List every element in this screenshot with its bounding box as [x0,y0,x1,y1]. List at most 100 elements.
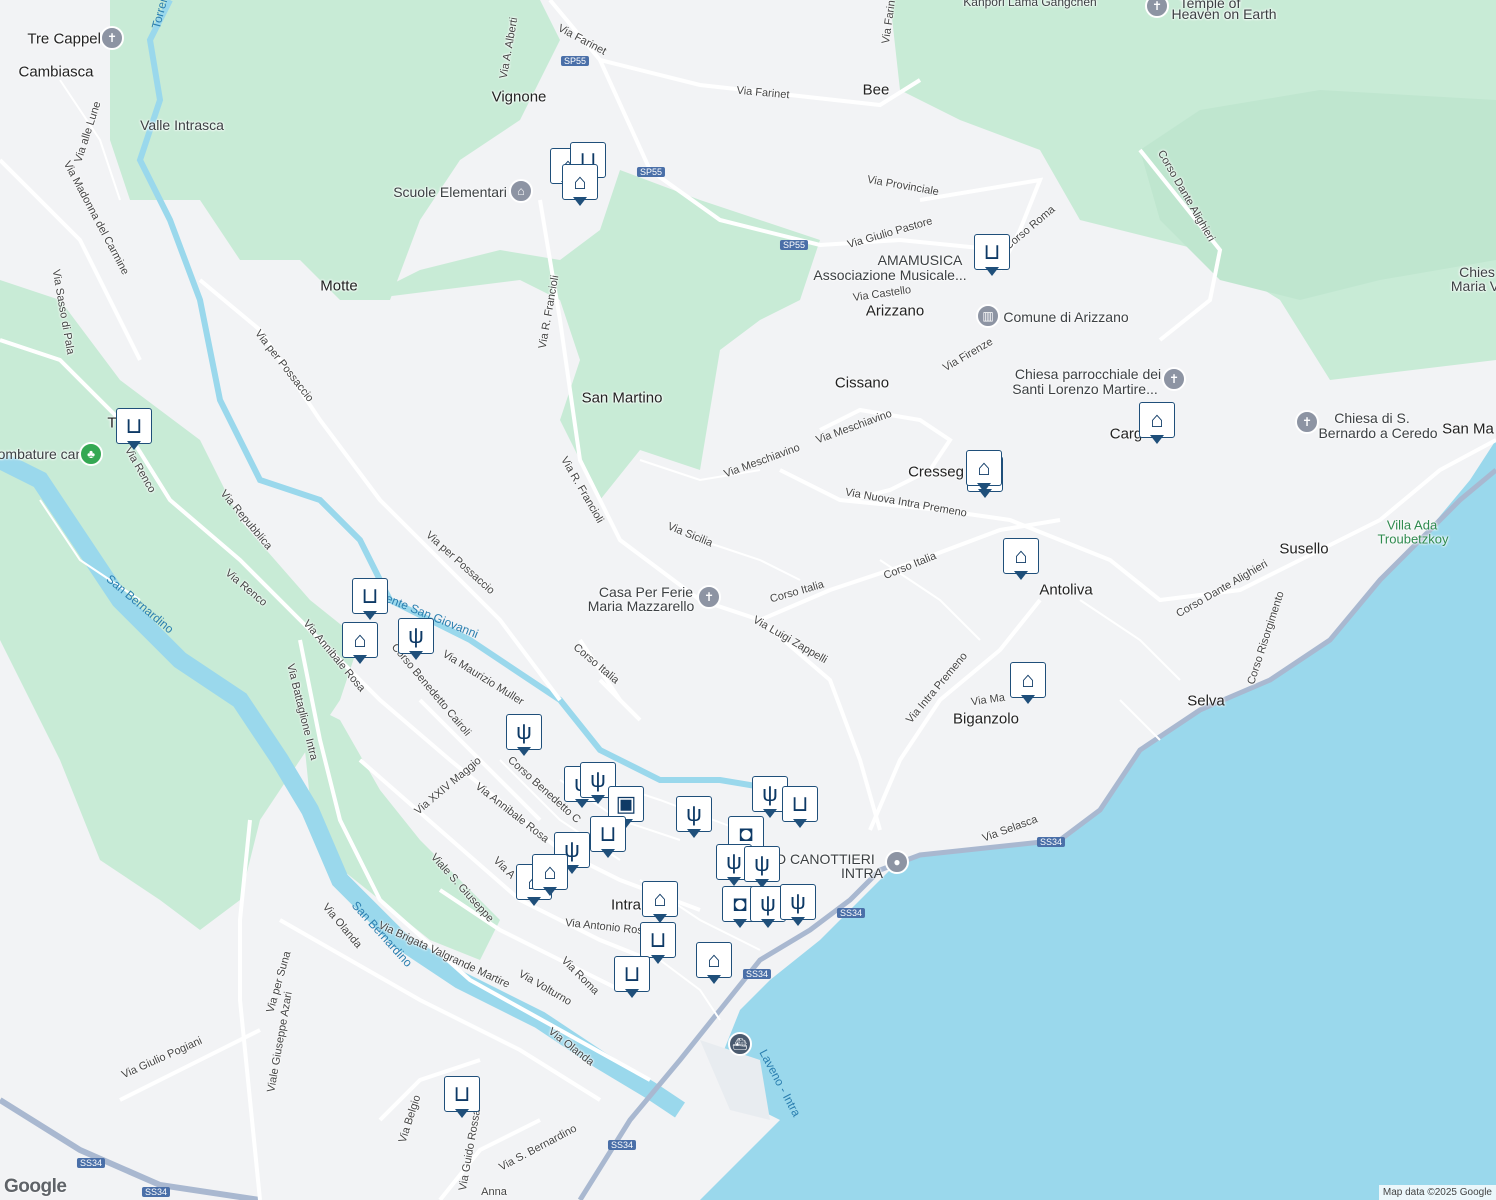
google-logo: Google [4,1176,67,1197]
park-area [1140,90,1496,300]
shield-ss34: SS34 [836,908,866,918]
park-area [0,280,360,930]
cart-icon: ⊔ [640,922,676,958]
marker-tip [409,651,423,660]
label-cargiago: Carg [1109,425,1143,443]
label-motte: Motte [320,277,358,295]
label-san-maurizio: San Ma [1442,420,1494,438]
poi-marker[interactable]: ⌂ [642,881,678,925]
poi-marker[interactable]: ⊔ [614,956,650,1000]
label-amamusica: AMAMUSICA [877,252,963,268]
cutlery-icon: ψ [506,714,542,750]
label-selva: Selva [1187,692,1225,710]
cutlery-icon: ψ [676,796,712,832]
label-villa-ada-1: Villa Ada [1386,517,1438,533]
poi-marker[interactable]: ψ [744,846,780,890]
school-icon: ⌂ [532,854,568,890]
ferry-icon[interactable]: ⛴ [728,1032,752,1056]
poi-marker[interactable]: ⌂ [1003,538,1039,582]
poi-marker[interactable]: ⊔ [444,1076,480,1120]
poi-marker[interactable]: ⌂ [696,942,732,986]
church-icon[interactable]: ✝ [1162,367,1186,391]
label-cresseglio: Cresseg [908,463,964,481]
marker-tip [517,747,531,756]
shield-ss34: SS34 [742,969,772,979]
label-susello: Susello [1279,540,1329,558]
marker-tip [791,917,805,926]
poi-marker[interactable]: ψ [780,884,816,928]
marker-tip [793,819,807,828]
park-pin-icon[interactable]: ♣ [79,442,103,466]
label-casa-ferie-2: Maria Mazzarello [587,598,695,614]
marker-tip [763,809,777,818]
shield-ss34: SS34 [607,1140,637,1150]
poi-marker[interactable]: ⊔ [974,234,1010,278]
label-vignone: Vignone [491,88,547,106]
cart-icon: ⊔ [614,956,650,992]
map-attribution[interactable]: Map data ©2025 Google [1378,1185,1496,1200]
label-chiesa-bernardo-1: Chiesa di S. [1334,410,1410,426]
poi-marker[interactable]: ⌂ [1139,402,1175,446]
label-antoliva: Antoliva [1039,581,1093,599]
label-cissano: Cissano [834,374,890,392]
shield-sp55: SP55 [636,167,666,177]
poi-marker[interactable]: ⌂ [562,164,598,208]
label-bee: Bee [862,81,890,99]
label-san-martino: San Martino [581,389,663,407]
marker-tip [363,611,377,620]
school-pin-icon[interactable]: ⌂ [509,179,533,203]
shield-ss34: SS34 [76,1158,106,1168]
label-asd-intra: INTRA [841,865,883,881]
school-icon: ⌂ [342,622,378,658]
poi-marker[interactable]: ⌂ [342,622,378,666]
marker-tip [353,655,367,664]
poi-marker[interactable]: ⌂ [1010,662,1046,706]
poi-marker[interactable]: ⌂ [966,450,1002,494]
marker-tip [1014,571,1028,580]
shield-sp55: SP55 [560,56,590,66]
marker-tip [455,1109,469,1118]
marker-tip [687,829,701,838]
cart-icon: ⊔ [782,786,818,822]
school-icon: ⌂ [1139,402,1175,438]
marker-tip [1021,695,1035,704]
poi-marker[interactable]: ⊔ [352,578,388,622]
marker-tip [625,989,639,998]
map-canvas[interactable]: Tre Cappelle ✝ Cambiasca Vignone Bee Val… [0,0,1496,1200]
cutlery-icon: ψ [780,884,816,920]
poi-marker[interactable]: ⊔ [590,816,626,860]
label-villa-ada-2: Troubetzkoy [1377,531,1449,547]
marker-tip [591,795,605,804]
cutlery-icon: ψ [744,846,780,882]
townhall-icon[interactable]: ▥ [976,304,1000,328]
cart-icon: ⊔ [116,408,152,444]
marker-tip [527,897,541,906]
poi-marker[interactable]: ψ [398,618,434,662]
cart-icon: ⊔ [974,234,1010,270]
label-associazione: Associazione Musicale... [813,267,967,283]
poi-marker[interactable]: ⊔ [116,408,152,452]
marker-tip [1150,435,1164,444]
label-intra: Intra [610,896,642,914]
cart-icon: ⊔ [444,1076,480,1112]
school-icon: ⌂ [642,881,678,917]
church-icon[interactable]: ✝ [100,26,124,50]
label-arizzano: Arizzano [865,302,925,320]
marker-tip [127,441,141,450]
shield-ss34: SS34 [141,1187,171,1197]
sports-pin-icon[interactable]: ● [885,850,909,874]
church-icon[interactable]: ✝ [697,585,721,609]
poi-marker[interactable]: ⌂ [532,854,568,898]
poi-marker[interactable]: ψ [506,714,542,758]
label-tosature: ombature cani [0,446,87,462]
school-icon: ⌂ [966,450,1002,486]
school-icon: ⌂ [696,942,732,978]
cart-icon: ⊔ [590,816,626,852]
marker-tip [651,955,665,964]
poi-marker[interactable]: ⊔ [782,786,818,830]
label-chiesa-bernardo-2: Bernardo a Ceredo [1318,425,1438,441]
label-valle-intrasca: Valle Intrasca [140,117,224,133]
poi-marker[interactable]: ψ [676,796,712,840]
marker-tip [761,919,775,928]
church-icon[interactable]: ✝ [1295,410,1319,434]
